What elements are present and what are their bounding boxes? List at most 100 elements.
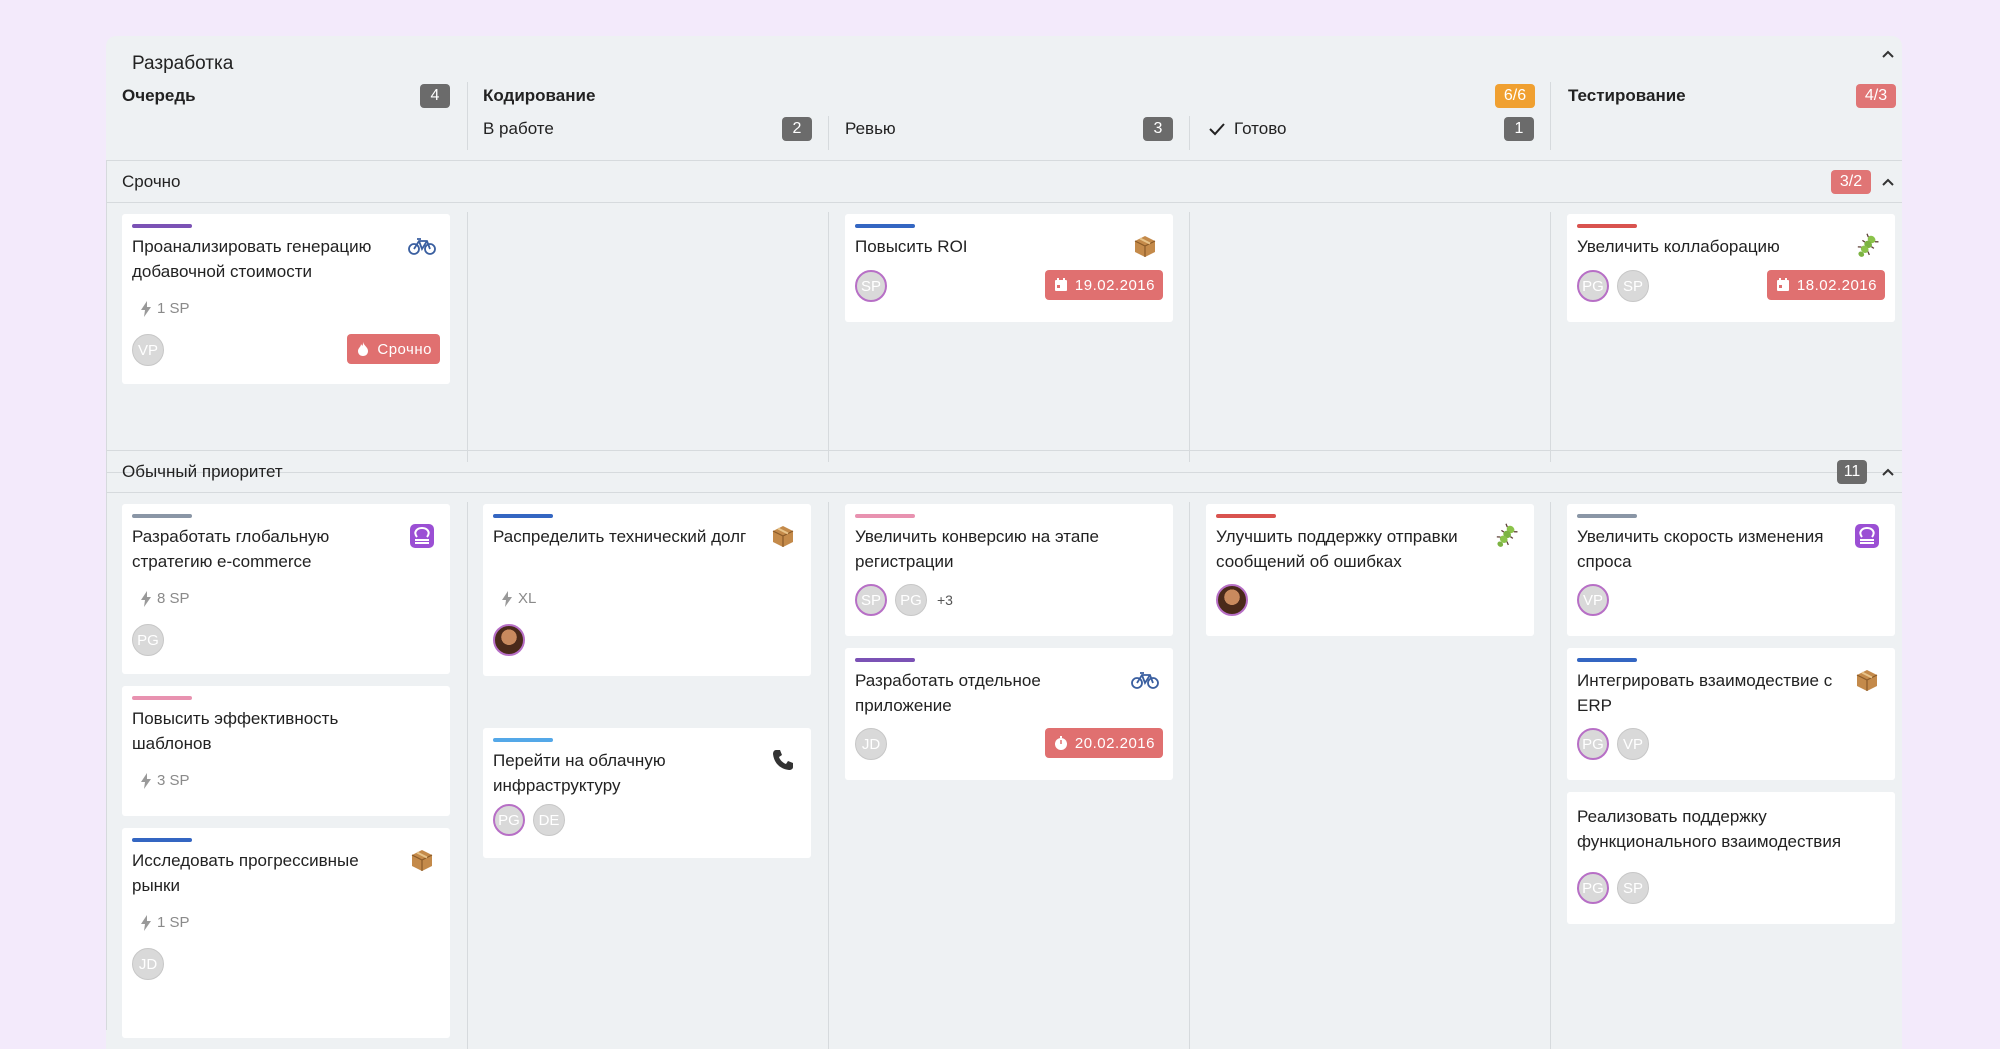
avatar[interactable]: SP <box>1617 872 1649 904</box>
priority-stripe <box>493 514 553 518</box>
avatar[interactable]: VP <box>132 334 164 366</box>
divider <box>828 212 829 462</box>
task-card[interactable]: Увеличить конверсию на этапе регистрации… <box>845 504 1173 636</box>
task-card[interactable]: Улучшить поддержку отправки сообщений об… <box>1206 504 1534 636</box>
assignees: SP <box>855 270 887 302</box>
task-card[interactable]: Повысить эффективность шаблонов 3 SP <box>122 686 450 816</box>
story-points: 3 SP <box>140 772 190 789</box>
divider <box>467 502 468 1049</box>
kanban-board: Разработка Очередь 4 Кодирование 6/6 В р… <box>106 36 1902 1049</box>
task-card[interactable]: Повысить ROI SP 19.02.2016 <box>845 214 1173 322</box>
divider <box>106 450 1902 451</box>
column-coding-count: 6/6 <box>1495 84 1535 108</box>
collapse-normal-lane-button[interactable] <box>1876 460 1900 484</box>
phone-icon <box>769 746 797 774</box>
avatar[interactable]: JD <box>855 728 887 760</box>
card-title: Распределить технический долг <box>493 527 747 546</box>
priority-stripe <box>1577 658 1637 662</box>
due-date-badge: 18.02.2016 <box>1766 270 1885 300</box>
divider <box>1189 502 1190 1049</box>
divider <box>828 502 829 1049</box>
avatar[interactable]: SP <box>1617 270 1649 302</box>
avatar-photo[interactable] <box>1216 584 1248 616</box>
avatar[interactable]: VP <box>1617 728 1649 760</box>
avatar[interactable]: VP <box>1577 584 1609 616</box>
divider <box>106 202 1902 203</box>
lane-urgent-count: 3/2 <box>1831 170 1871 194</box>
avatar-photo[interactable] <box>493 624 525 656</box>
priority-stripe <box>493 738 553 742</box>
timer-icon <box>1054 736 1067 750</box>
divider <box>828 116 829 150</box>
avatar[interactable]: PG <box>895 584 927 616</box>
checkmark-icon <box>1209 123 1225 136</box>
priority-stripe <box>1577 224 1637 228</box>
task-card[interactable]: Распределить технический долг XL <box>483 504 811 676</box>
priority-stripe <box>132 514 192 518</box>
package-icon <box>1131 232 1159 260</box>
priority-stripe <box>855 224 915 228</box>
lightning-icon <box>141 300 151 317</box>
divider <box>467 212 468 462</box>
task-card[interactable]: Реализовать поддержку функционального вз… <box>1567 792 1895 924</box>
column-coding-label: Кодирование <box>483 86 596 105</box>
column-queue-count: 4 <box>420 84 450 108</box>
priority-stripe <box>855 514 915 518</box>
subcolumn-done-text: Готово <box>1234 119 1287 138</box>
lane-urgent-label: Срочно <box>122 172 181 191</box>
avatar[interactable]: PG <box>1577 872 1609 904</box>
avatar[interactable]: PG <box>132 624 164 656</box>
collapse-board-button[interactable] <box>1876 42 1900 66</box>
chevron-up-icon <box>1882 50 1894 58</box>
avatar[interactable]: PG <box>1577 728 1609 760</box>
card-title: Исследовать прогрессивные рынки <box>132 851 359 895</box>
divider <box>1189 212 1190 462</box>
story-points-value: 1 SP <box>157 300 190 317</box>
collapse-urgent-lane-button[interactable] <box>1876 170 1900 194</box>
column-testing-count: 4/3 <box>1856 84 1896 108</box>
task-card[interactable]: Исследовать прогрессивные рынки 1 SP JD <box>122 828 450 1038</box>
assignees: PG SP <box>1577 872 1649 904</box>
task-card[interactable]: Интегрировать взаимодествие с ERP PG VP <box>1567 648 1895 780</box>
avatar[interactable]: PG <box>1577 270 1609 302</box>
lane-normal-count: 11 <box>1837 460 1867 484</box>
divider <box>1189 116 1190 150</box>
assignees: JD <box>132 948 164 980</box>
story-points: 8 SP <box>140 590 190 607</box>
avatar[interactable]: JD <box>132 948 164 980</box>
assignees: VP <box>132 334 164 366</box>
task-card[interactable]: Разработать отдельное приложение JD 20.0… <box>845 648 1173 780</box>
card-title: Повысить ROI <box>855 237 968 256</box>
story-points: XL <box>501 590 536 607</box>
calendar-icon <box>1054 278 1067 291</box>
task-card[interactable]: Увеличить коллаборацию PG SP 18.02.2016 <box>1567 214 1895 322</box>
subcolumn-review-label: Ревью <box>845 119 896 139</box>
assignees: PG VP <box>1577 728 1649 760</box>
story-points: 1 SP <box>140 914 190 931</box>
avatar[interactable]: SP <box>855 270 887 302</box>
due-date-badge: 19.02.2016 <box>1044 270 1163 300</box>
avatar[interactable]: DE <box>533 804 565 836</box>
divider <box>1550 502 1551 1049</box>
due-date-badge: 20.02.2016 <box>1044 728 1163 758</box>
task-card[interactable]: Увеличить скорость изменения спроса VP <box>1567 504 1895 636</box>
chevron-up-icon <box>1882 178 1894 186</box>
avatar[interactable]: PG <box>493 804 525 836</box>
calendar-icon <box>1776 278 1789 291</box>
story-points-value: 8 SP <box>157 590 190 607</box>
lightning-icon <box>502 590 512 607</box>
more-assignees-count[interactable]: +3 <box>937 592 953 608</box>
libra-icon <box>408 522 436 550</box>
card-title: Интегрировать взаимодествие с ERP <box>1577 671 1833 715</box>
package-icon <box>408 846 436 874</box>
assignees: SP PG +3 <box>855 584 953 616</box>
avatar[interactable]: SP <box>855 584 887 616</box>
priority-stripe <box>1577 514 1637 518</box>
priority-stripe <box>855 658 915 662</box>
task-card[interactable]: Перейти на облачную инфраструктуру PG DE <box>483 728 811 858</box>
subcolumn-done-label: Готово <box>1208 119 1287 139</box>
subcolumn-done-count: 1 <box>1504 117 1534 141</box>
task-card[interactable]: Проанализировать генерацию добавочной ст… <box>122 214 450 384</box>
task-card[interactable]: Разработать глобальную стратегию e-comme… <box>122 504 450 674</box>
column-queue-label: Очередь <box>122 86 196 105</box>
